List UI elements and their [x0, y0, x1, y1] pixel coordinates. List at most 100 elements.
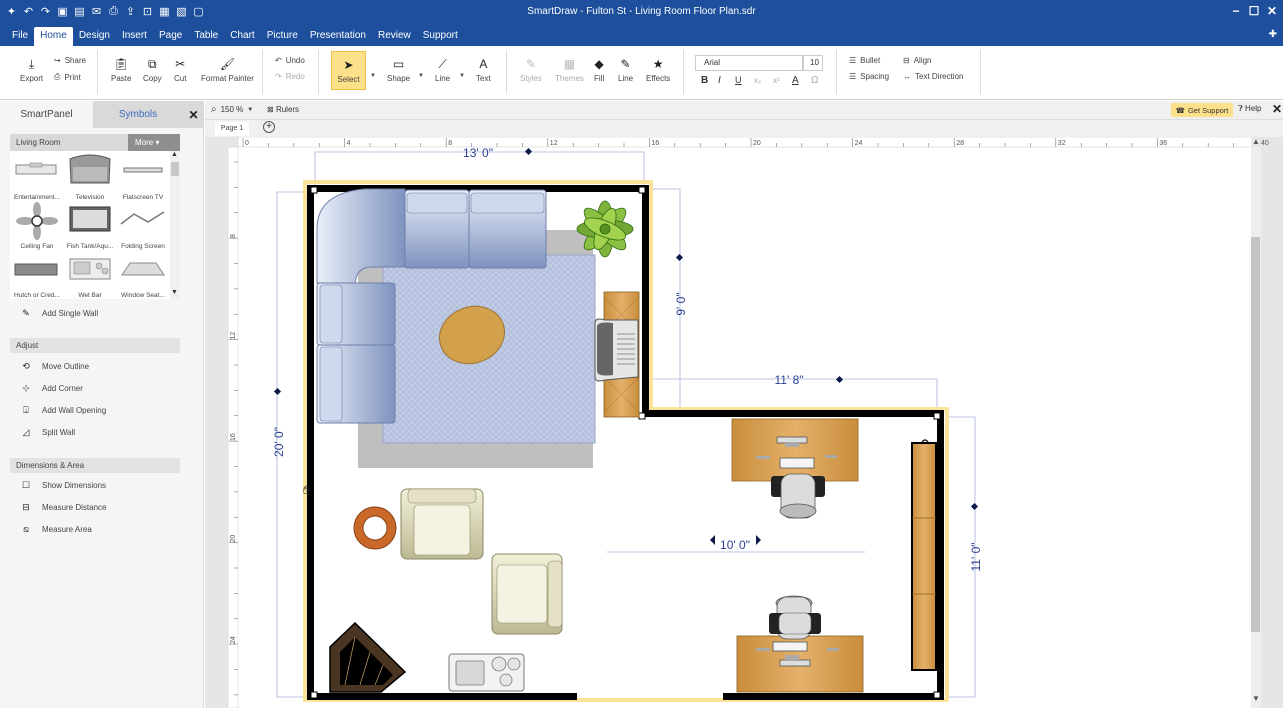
share-button[interactable]: ↪ Share	[54, 56, 86, 65]
align-button[interactable]: ⊟ Align	[903, 56, 932, 65]
menu-file[interactable]: File	[6, 27, 34, 46]
rulers-toggle[interactable]: ⊠ Rulers	[267, 105, 299, 114]
symbol-window-seat[interactable]: Window Seat...	[116, 251, 170, 299]
floor-plan[interactable]: 0 4 8 12 16 20 24 28 32 36 40 8 12 16 20 24	[205, 137, 1283, 708]
symbol-ceiling-fan[interactable]: Ceiling Fan	[10, 202, 64, 250]
menu-page[interactable]: Page	[153, 27, 188, 46]
more-button[interactable]: More ▾	[128, 134, 180, 151]
scroll-up-icon[interactable]: ▲	[1252, 137, 1260, 146]
dimension-top-label[interactable]: 13' 0"	[463, 146, 493, 160]
split-wall-button[interactable]: ◿ Split Wall	[20, 426, 76, 438]
select-dropdown-arrow[interactable]: ▼	[370, 73, 376, 79]
select-tool-button[interactable]: ➤ Select	[331, 51, 366, 90]
scroll-thumb[interactable]	[171, 162, 179, 176]
add-single-wall-button[interactable]: ✎ Add Single Wall	[20, 307, 98, 319]
armchair-right[interactable]	[491, 553, 563, 635]
round-ottoman[interactable]	[353, 506, 397, 550]
shape-tool-button[interactable]: ▭ Shape	[387, 56, 410, 83]
menu-review[interactable]: Review	[372, 27, 417, 46]
tab-smartpanel[interactable]: SmartPanel	[0, 101, 93, 128]
menu-insert[interactable]: Insert	[116, 27, 153, 46]
scroll-up-icon[interactable]: ▲	[171, 151, 178, 158]
undo-button[interactable]: ↶ Undo	[275, 56, 305, 65]
crt-television[interactable]	[594, 318, 639, 382]
drawing-canvas[interactable]: 0 4 8 12 16 20 24 28 32 36 40 8 12 16 20 24	[205, 137, 1283, 708]
font-color-button[interactable]: A	[792, 75, 799, 86]
menu-picture[interactable]: Picture	[261, 27, 304, 46]
superscript-button[interactable]: x²	[773, 76, 780, 85]
help-button[interactable]: ❓︎ Help	[1238, 104, 1262, 114]
desk-top[interactable]	[731, 418, 859, 482]
page-tab[interactable]: Page 1	[215, 122, 249, 136]
menu-table[interactable]: Table	[188, 27, 224, 46]
line-dropdown-arrow[interactable]: ▼	[459, 73, 465, 79]
symbol-flatscreen-tv[interactable]: Flatscreen TV	[116, 153, 170, 201]
symbol-television[interactable]: Television	[63, 153, 117, 201]
close-button[interactable]: ✕	[1265, 3, 1279, 19]
symbol-wet-bar[interactable]: Wet Bar	[63, 251, 117, 299]
view-close-icon[interactable]: ✕	[1272, 102, 1282, 116]
subscript-button[interactable]: x₂	[754, 76, 761, 85]
measure-area-button[interactable]: ⧅ Measure Area	[20, 523, 92, 535]
copy-button[interactable]: ⧉ Copy	[143, 56, 162, 84]
dimension-interior-label[interactable]: 10' 0"	[720, 538, 750, 552]
symbol-folding-screen[interactable]: Folding Screen	[116, 202, 170, 250]
potted-plant[interactable]	[576, 200, 634, 258]
add-wall-opening-button[interactable]: ⍗ Add Wall Opening	[20, 404, 106, 416]
redo-button[interactable]: ↷ Redo	[275, 72, 305, 81]
line-tool-button[interactable]: ⟋ Line	[435, 56, 450, 84]
pin-icon[interactable]: ✚	[1269, 29, 1277, 40]
menu-design[interactable]: Design	[73, 27, 116, 46]
symbol-fish-tank[interactable]: Fish Tank/Aqu...	[63, 202, 117, 250]
font-name-field[interactable]: Arial	[695, 55, 803, 71]
move-outline-button[interactable]: ⟲ Move Outline	[20, 360, 89, 372]
print-button[interactable]: ⎙ Print	[54, 72, 81, 82]
dimension-middle-label[interactable]: 11' 8"	[774, 373, 803, 387]
shape-dropdown-arrow[interactable]: ▼	[418, 73, 424, 79]
dimension-left-label[interactable]: 20' 0"	[272, 427, 286, 457]
scroll-down-icon[interactable]: ▼	[1252, 694, 1260, 703]
export-button[interactable]: ⤓ Export	[20, 56, 43, 84]
fill-button[interactable]: ◆ Fill	[594, 56, 604, 83]
menu-presentation[interactable]: Presentation	[304, 27, 372, 46]
get-support-button[interactable]: ☎ Get Support	[1171, 103, 1233, 117]
menu-support[interactable]: Support	[417, 27, 464, 46]
line-style-button[interactable]: ✎ Line	[618, 56, 633, 83]
minimize-button[interactable]: −	[1229, 3, 1243, 19]
text-direction-button[interactable]: ↔ Text Direction	[903, 72, 963, 81]
dimension-right-label[interactable]: 11' 0"	[969, 542, 983, 571]
maximize-button[interactable]: ☐	[1247, 3, 1261, 19]
text-tool-button[interactable]: A Text	[476, 56, 491, 83]
symbol-hutch[interactable]: Hutch or Cred...	[10, 251, 64, 299]
themes-button[interactable]: ▦ Themes	[555, 56, 584, 83]
special-char-button[interactable]: Ω	[811, 75, 818, 86]
bullet-button[interactable]: ☰ Bullet	[849, 56, 880, 65]
show-dimensions-checkbox[interactable]: ☐ Show Dimensions	[20, 479, 106, 491]
zoom-control[interactable]: ⌕ 150 % ▼	[211, 104, 253, 115]
bookshelf[interactable]	[911, 442, 937, 671]
desk-bottom[interactable]	[736, 635, 864, 693]
scroll-down-icon[interactable]: ▼	[171, 289, 178, 296]
spacing-button[interactable]: ☰ Spacing	[849, 72, 889, 81]
underline-button[interactable]: U	[735, 75, 742, 85]
add-page-button[interactable]: +	[263, 121, 275, 133]
symbol-entertainment-center[interactable]: Entertainment...	[10, 153, 64, 201]
dimension-upper-right-label[interactable]: 9' 0"	[674, 292, 688, 315]
wet-bar[interactable]	[448, 653, 525, 692]
tab-symbols[interactable]: Symbols	[93, 101, 183, 128]
bold-button[interactable]: B	[701, 75, 708, 86]
measure-distance-button[interactable]: ⊟ Measure Distance	[20, 501, 106, 513]
cut-button[interactable]: ✂ Cut	[174, 56, 186, 83]
menu-home[interactable]: Home	[34, 27, 73, 46]
styles-button[interactable]: ✎ Styles	[520, 56, 542, 83]
italic-button[interactable]: I	[718, 75, 721, 86]
armchair-left[interactable]	[400, 488, 484, 560]
panel-close-icon[interactable]: ✕	[183, 101, 204, 128]
effects-button[interactable]: ★ Effects	[646, 56, 670, 83]
symbol-scrollbar[interactable]: ▲ ▼	[170, 151, 180, 299]
add-corner-button[interactable]: ⊹ Add Corner	[20, 382, 83, 394]
paste-button[interactable]: 📋︎ Paste	[111, 56, 131, 83]
font-size-field[interactable]: 10	[803, 55, 823, 71]
vertical-scroll-thumb[interactable]	[1251, 237, 1260, 632]
format-painter-button[interactable]: 🖌︎ Format Painter	[201, 56, 254, 83]
